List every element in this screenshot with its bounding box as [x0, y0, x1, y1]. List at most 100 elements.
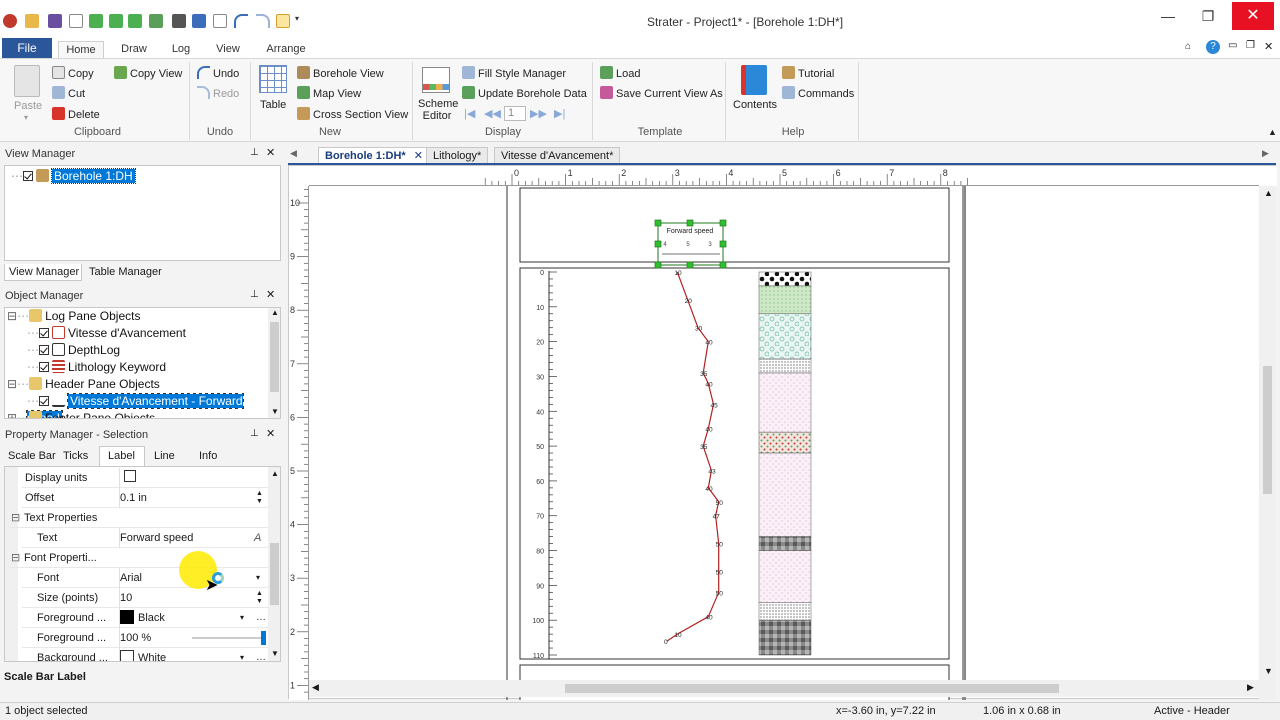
load-template-button[interactable]: Load	[600, 66, 640, 81]
delete-button[interactable]: Delete	[52, 107, 100, 122]
scroll-right-icon[interactable]: ▶	[1247, 682, 1254, 693]
borehole-view-button[interactable]: Borehole View	[297, 66, 384, 81]
tree-node-lithology[interactable]: ⋯ Lithology Keyword	[27, 359, 166, 376]
scroll-thumb[interactable]	[565, 684, 1059, 693]
prop-text-properties[interactable]: ⊟ Text Properties	[9, 508, 270, 528]
tab-info[interactable]: Info	[199, 450, 217, 462]
background-color-select[interactable]: White ▾…	[119, 648, 269, 661]
text-input[interactable]: Forward speed A	[119, 528, 269, 548]
tree-node-log-pane[interactable]: ⊟⋯ Log Pane Objects	[7, 308, 140, 325]
visible-checkbox[interactable]	[39, 328, 49, 338]
fill-style-manager-button[interactable]: Fill Style Manager	[462, 66, 566, 81]
scroll-thumb[interactable]	[270, 322, 279, 392]
scroll-thumb[interactable]	[270, 543, 279, 605]
tree-node-vitesse[interactable]: ⋯ Vitesse d'Avancement	[27, 325, 186, 342]
restore-button[interactable]: ❐	[1193, 6, 1223, 26]
cut-button[interactable]: Cut	[52, 86, 85, 101]
slider-thumb[interactable]	[261, 631, 266, 645]
first-page-icon[interactable]: |◀	[464, 107, 475, 121]
foreground-color-select[interactable]: Black ▾…	[119, 608, 269, 628]
tab-draw[interactable]: Draw	[114, 41, 154, 58]
table-manager-tab[interactable]: Table Manager	[89, 264, 179, 281]
page-input[interactable]: 1	[504, 106, 526, 121]
tab-file[interactable]: File	[2, 38, 52, 58]
opacity-slider[interactable]: 100 %	[119, 628, 269, 648]
contents-button[interactable]: Contents	[733, 98, 777, 112]
save-current-view-button[interactable]: Save Current View As	[600, 86, 723, 101]
tab-home[interactable]: Home	[58, 41, 104, 58]
text-edit-icon[interactable]: A	[254, 528, 261, 548]
tab-line[interactable]: Line	[154, 450, 175, 462]
next-page-icon[interactable]: ▶▶	[530, 107, 547, 121]
view-visible-checkbox[interactable]	[23, 171, 33, 181]
map-view-button[interactable]: Map View	[297, 86, 361, 101]
spinner-icon[interactable]: ▲ ▼	[256, 490, 263, 506]
property-scrollbar[interactable]: ▲ ▼	[268, 467, 280, 661]
chevron-down-icon[interactable]: ▾	[256, 568, 260, 588]
panel-close-icon[interactable]: ✕	[266, 288, 275, 301]
chevron-down-icon[interactable]: ▾	[240, 608, 244, 628]
pin-icon[interactable]: ⊥	[250, 428, 259, 439]
prev-page-icon[interactable]: ◀◀	[484, 107, 501, 121]
commands-button[interactable]: Commands	[782, 86, 854, 101]
redo-button[interactable]: Redo	[197, 86, 239, 101]
tab-arrange[interactable]: Arrange	[258, 41, 314, 58]
panel-close-icon[interactable]: ✕	[266, 427, 275, 440]
paste-button[interactable]: Paste	[14, 99, 42, 113]
visible-checkbox[interactable]	[39, 396, 49, 406]
table-button[interactable]: Table	[260, 98, 286, 112]
cross-section-view-button[interactable]: Cross Section View	[297, 107, 408, 122]
help-icon[interactable]: ?	[1206, 40, 1220, 54]
slider-track[interactable]	[192, 637, 264, 639]
offset-input[interactable]: 0.1 in ▲ ▼	[119, 488, 269, 508]
tab-label[interactable]: Label	[99, 446, 145, 467]
scroll-down-icon[interactable]: ▼	[1264, 666, 1273, 676]
canvas-hscrollbar[interactable]: ◀ ▶	[309, 680, 1259, 697]
tree-node-depthlog[interactable]: ⋯ DepthLog	[27, 342, 120, 359]
chevron-down-icon[interactable]: ▾	[240, 648, 244, 661]
view-manager-tab[interactable]: View Manager	[4, 264, 82, 281]
visible-checkbox[interactable]	[39, 345, 49, 355]
tree-scrollbar[interactable]: ▲ ▼	[268, 308, 280, 418]
scroll-left-icon[interactable]: ◀	[312, 682, 319, 693]
scheme-editor-icon[interactable]	[422, 67, 450, 93]
undo-button[interactable]: Undo	[197, 66, 239, 81]
tab-ticks[interactable]: Ticks	[63, 450, 88, 462]
scroll-thumb[interactable]	[1263, 366, 1272, 494]
canvas-vscrollbar[interactable]: ▲ ▼	[1259, 186, 1276, 700]
tree-node-footer-pane[interactable]: ⊞⋯ Footer Pane Objects	[7, 410, 155, 418]
prop-font-properties[interactable]: ⊟ Font Properti...	[9, 548, 270, 568]
display-units-checkbox[interactable]	[124, 470, 136, 482]
contents-icon[interactable]	[741, 65, 767, 95]
copy-button[interactable]: Copy	[52, 66, 94, 81]
spinner-icon[interactable]: ▲ ▼	[256, 590, 263, 606]
more-button[interactable]: …	[256, 608, 266, 628]
tab-log[interactable]: Log	[164, 41, 198, 58]
panel-close-icon[interactable]: ✕	[266, 146, 275, 159]
collapse-ribbon-icon[interactable]: ⌂	[1185, 41, 1191, 52]
paste-dropdown-icon[interactable]: ▾	[24, 111, 28, 125]
tab-close-icon[interactable]: ✕	[414, 150, 423, 162]
doc-tabs-left-icon[interactable]: ◀	[290, 148, 297, 159]
doc-tab-vitesse[interactable]: Vitesse d'Avancement*	[494, 147, 621, 163]
tree-node-header-pane[interactable]: ⊟⋯ Header Pane Objects	[7, 376, 160, 393]
ribbon-collapse-icon[interactable]: ▲	[1268, 125, 1277, 139]
pin-icon[interactable]: ⊥	[250, 147, 259, 158]
copy-view-button[interactable]: Copy View	[114, 66, 182, 81]
scheme-editor-button[interactable]: Scheme Editor	[418, 98, 458, 122]
scroll-up-icon[interactable]: ▲	[271, 469, 279, 478]
pin-icon[interactable]: ⊥	[250, 289, 259, 300]
doc-minimize-icon[interactable]: ▭	[1228, 40, 1237, 51]
doc-close-icon[interactable]: ✕	[1264, 40, 1273, 53]
view-item-label[interactable]: Borehole 1:DH	[51, 168, 136, 184]
doc-restore-icon[interactable]: ❐	[1246, 40, 1255, 51]
scroll-up-icon[interactable]: ▲	[271, 308, 279, 317]
tab-scale-bar[interactable]: Scale Bar	[8, 450, 56, 462]
close-button[interactable]: ✕	[1232, 2, 1274, 30]
size-input[interactable]: 10 ▲ ▼	[119, 588, 269, 608]
visible-checkbox[interactable]	[39, 362, 49, 372]
scroll-down-icon[interactable]: ▼	[271, 649, 279, 658]
more-button[interactable]: …	[256, 648, 266, 661]
paste-icon[interactable]	[14, 65, 40, 97]
last-page-icon[interactable]: ▶|	[554, 107, 565, 121]
